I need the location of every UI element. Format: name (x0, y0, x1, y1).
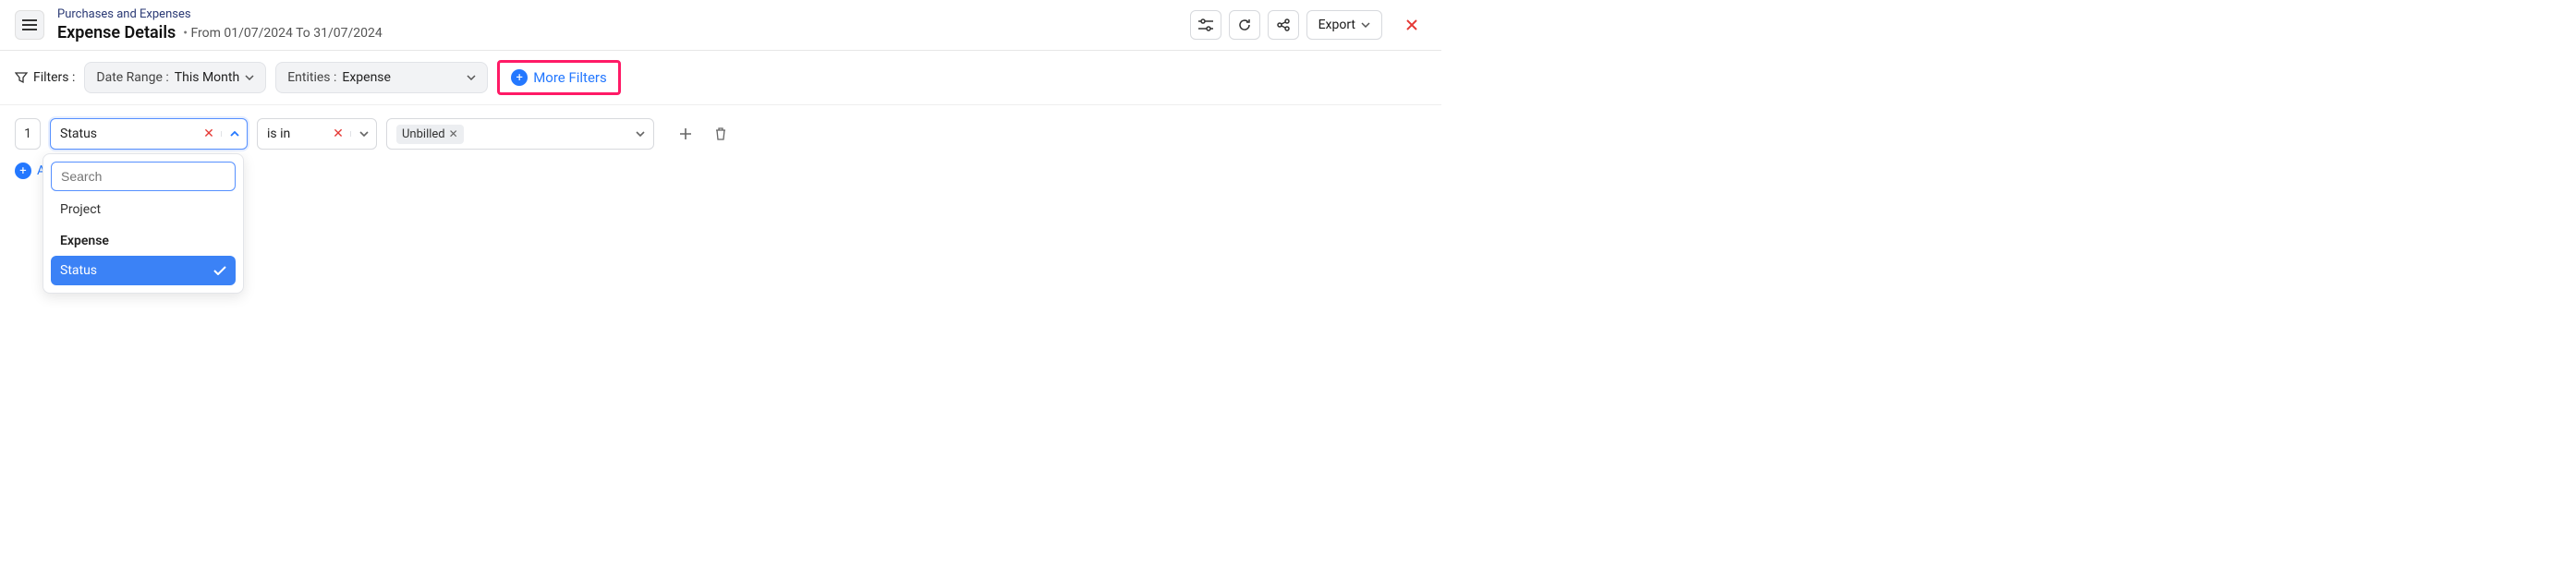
value-chip-remove[interactable]: ✕ (449, 127, 458, 140)
plus-icon (679, 127, 692, 140)
value-chip: Unbilled ✕ (396, 125, 464, 144)
filter-builder: 1 Status ✕ is in ✕ Unbilled ✕ (0, 105, 1441, 192)
date-range-text: From 01/07/2024 To 31/07/2024 (183, 26, 382, 41)
export-label: Export (1318, 18, 1355, 32)
share-button[interactable] (1268, 10, 1299, 40)
menu-button[interactable] (15, 10, 44, 40)
field-select-value: Status (51, 126, 197, 141)
filters-label-text: Filters : (33, 70, 75, 85)
share-icon (1276, 18, 1291, 32)
customize-button[interactable] (1190, 10, 1221, 40)
operator-value: is in (258, 126, 326, 141)
operator-select[interactable]: is in ✕ (257, 118, 377, 150)
date-range-label: Date Range : (96, 70, 168, 85)
entities-label: Entities : (287, 70, 336, 85)
value-chip-text: Unbilled (402, 127, 445, 141)
export-button[interactable]: Export (1306, 10, 1382, 40)
operator-toggle-button[interactable] (350, 131, 376, 137)
breadcrumb[interactable]: Purchases and Expenses (57, 7, 383, 21)
field-toggle-button[interactable] (221, 131, 247, 137)
filter-icon (15, 71, 28, 84)
operator-clear-button[interactable]: ✕ (326, 126, 350, 141)
value-toggle-button[interactable] (627, 131, 653, 137)
dropdown-item-status-label: Status (60, 263, 97, 278)
more-filters-highlight: + More Filters (497, 60, 621, 95)
menu-icon (22, 19, 37, 30)
filters-label: Filters : (15, 70, 75, 85)
row-index: 1 (15, 118, 41, 150)
chevron-down-icon (359, 131, 369, 137)
close-button[interactable] (1397, 10, 1427, 40)
chevron-down-icon (467, 75, 476, 80)
plus-circle-icon: + (15, 163, 31, 179)
dropdown-item-project[interactable]: Project (51, 195, 236, 224)
check-icon (213, 266, 226, 275)
title-block: Purchases and Expenses Expense Details F… (57, 7, 383, 42)
filter-bar: Filters : Date Range : This Month Entiti… (0, 51, 1441, 105)
date-range-filter[interactable]: Date Range : This Month (84, 62, 266, 93)
more-filters-button[interactable]: + More Filters (505, 66, 613, 90)
value-select[interactable]: Unbilled ✕ (386, 118, 654, 150)
add-row-button[interactable] (673, 121, 699, 147)
field-dropdown: Project Expense Status (43, 153, 244, 294)
date-range-value: This Month (175, 70, 239, 85)
delete-row-button[interactable] (708, 121, 734, 147)
header-actions: Export (1190, 10, 1427, 40)
dropdown-group-expense: Expense (51, 224, 236, 252)
close-icon (1405, 18, 1418, 31)
more-filters-label: More Filters (533, 69, 607, 86)
chevron-up-icon (230, 131, 239, 137)
dropdown-search-input[interactable] (51, 162, 236, 191)
chevron-down-icon (636, 131, 645, 137)
chevron-down-icon (245, 75, 254, 80)
page-title: Expense Details (57, 23, 176, 42)
field-clear-button[interactable]: ✕ (197, 126, 221, 141)
entities-filter[interactable]: Entities : Expense (275, 62, 488, 93)
dropdown-item-status[interactable]: Status (51, 256, 236, 285)
sliders-icon (1198, 18, 1213, 31)
plus-circle-icon: + (511, 69, 528, 86)
trash-icon (714, 127, 727, 140)
filter-row: 1 Status ✕ is in ✕ Unbilled ✕ (15, 118, 1427, 150)
caret-down-icon (1361, 22, 1370, 28)
refresh-button[interactable] (1229, 10, 1260, 40)
field-select[interactable]: Status ✕ (50, 118, 248, 150)
refresh-icon (1237, 18, 1252, 32)
entities-value: Expense (342, 70, 391, 85)
header: Purchases and Expenses Expense Details F… (0, 0, 1441, 51)
